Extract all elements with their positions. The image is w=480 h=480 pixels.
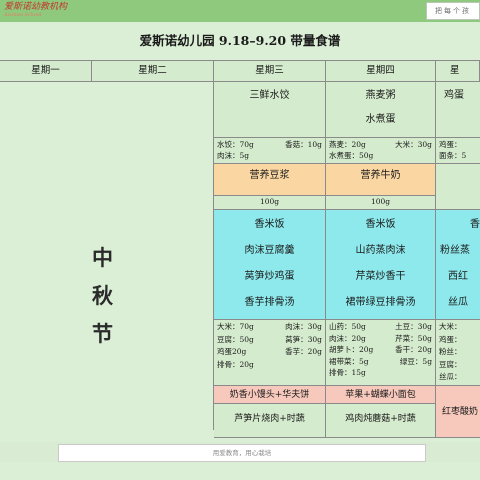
watermark-box: 把每个孩: [426, 2, 480, 20]
ingredient: 山药：50g: [329, 322, 366, 331]
school-logo: 爱斯诺幼教机构 Aisinuo School: [0, 2, 94, 20]
page-bottom-band: [0, 462, 480, 480]
thu-breakfast-ingredients: 燕麦：20g 大米：30g 水煮蛋：50g: [326, 138, 436, 164]
ingredient: 香芋：20g: [285, 347, 322, 356]
ingredient: 芹菜：50g: [395, 333, 432, 343]
top-banner: 爱斯诺幼教机构 Aisinuo School 把每个孩: [0, 0, 480, 22]
day-header-tue: 星期二: [92, 61, 214, 82]
day-header-wed: 星期三: [214, 61, 326, 82]
ingredient: 鸡蛋20g: [217, 347, 247, 356]
wed-afternoon-snack: 奶香小馒头+华夫饼: [214, 386, 326, 404]
thu-breakfast-dish: 水煮蛋: [365, 114, 396, 125]
day-header-mon: 星期一: [0, 61, 92, 82]
wed-snack: 营养豆浆: [214, 164, 326, 196]
menu-sheet: 爱斯诺幼儿园 9.18–9.20 带量食谱 星期一 星期二 星期三 星期四 星 …: [0, 22, 480, 442]
ingredient: 大米：: [439, 322, 462, 331]
day-header-fri: 星: [436, 61, 480, 82]
ingredient: 粉丝：: [439, 347, 462, 356]
fri-snack: [436, 164, 480, 210]
ingredient: 肉沫：20g: [329, 333, 366, 343]
thu-afternoon-snack: 苹果+蝴蝶小面包: [326, 386, 436, 404]
ingredient: 鸡蛋：: [439, 334, 462, 344]
thu-snack-qty: 100g: [326, 196, 436, 210]
wed-lunch: 香米饭 肉沫豆腐羹 莴笋炒鸡蛋 香芋排骨汤: [214, 210, 326, 320]
thu-snack: 营养牛奶: [326, 164, 436, 196]
thu-lunch-ingredients: 山药：50g 土豆：30g 肉沫：20g 芹菜：50g 胡萝卜：20g 香干：20g …: [326, 320, 436, 386]
ingredient: 裙带菜：5g: [329, 356, 369, 366]
ingredient: 鸡蛋：: [439, 140, 462, 149]
ingredient: 豆腐：50g: [217, 334, 254, 344]
thu-dinner: 鸡肉炖蘑菇+时蔬: [326, 404, 436, 438]
ingredient: 香菇：10g: [285, 140, 322, 149]
ingredient: 面条：5: [439, 150, 467, 160]
lunch-dish: 香米饭: [254, 219, 285, 230]
festival-char-2: 秋: [92, 283, 113, 308]
fri-lunch-ingredients: 大米： 鸡蛋： 粉丝： 豆腐： 丝瓜：: [436, 320, 480, 386]
ingredient: 燕麦：20g: [329, 140, 366, 149]
logo-text: 爱斯诺幼教机构: [4, 2, 68, 12]
lunch-dish: 丝瓜: [448, 297, 468, 308]
ingredient: 水煮蛋：50g: [329, 150, 374, 160]
thu-breakfast-dish: 燕麦粥: [365, 90, 396, 101]
wed-breakfast-dish: 三鲜水饺: [249, 90, 290, 101]
lunch-dish: 山药蒸肉沫: [355, 245, 406, 256]
thu-lunch: 香米饭 山药蒸肉沫 芹菜炒香干 裙带绿豆排骨汤: [326, 210, 436, 320]
lunch-dish: 肉沫豆腐羹: [244, 245, 295, 256]
ingredient: 大米：70g: [217, 322, 254, 331]
lunch-dish: 香芋排骨汤: [244, 297, 295, 308]
wed-breakfast-ingredients: 水饺：70g 香菇：10g 肉沫：5g: [214, 138, 326, 164]
lunch-dish: 西红: [448, 271, 468, 282]
fri-afternoon-snack: 红枣酸奶: [436, 386, 480, 438]
ingredient: 土豆：30g: [395, 322, 432, 331]
lunch-dish: 莴笋炒鸡蛋: [244, 271, 295, 282]
lunch-dish: 香米饭: [365, 219, 396, 230]
thu-breakfast: 燕麦粥 水煮蛋: [326, 82, 436, 138]
wed-snack-qty: 100g: [214, 196, 326, 210]
mid-autumn-festival-cell: 中 秋 节: [0, 82, 214, 430]
logo-subtext: Aisinuo School: [4, 12, 42, 18]
fri-breakfast: 鸡蛋: [436, 82, 480, 138]
footer-slogan: 用爱教育，用心栽培: [58, 444, 426, 462]
ingredient: 莴笋：30g: [285, 334, 322, 344]
ingredient: 豆腐：: [439, 359, 462, 369]
festival-char-3: 节: [92, 321, 113, 346]
lunch-dish: 裙带绿豆排骨汤: [345, 297, 416, 308]
fri-breakfast-dish: 鸡蛋: [444, 90, 464, 101]
wed-breakfast: 三鲜水饺: [214, 82, 326, 138]
ingredient: 胡萝卜：20g: [329, 345, 374, 354]
ingredient: 大米：30g: [395, 140, 432, 149]
menu-title: 爱斯诺幼儿园 9.18–9.20 带量食谱: [139, 33, 341, 48]
wed-dinner: 芦笋片烧肉+时蔬: [214, 404, 326, 438]
ingredient: 水饺：70g: [217, 140, 254, 149]
ingredient: 肉沫：5g: [217, 150, 250, 160]
fri-breakfast-ingredients: 鸡蛋： 面条：5: [436, 138, 480, 164]
ingredient: 香干：20g: [395, 345, 432, 354]
lunch-dish: 香: [470, 219, 480, 230]
wed-lunch-ingredients: 大米：70g 肉沫：30g 豆腐：50g 莴笋：30g 鸡蛋20g 香芋：20g 排骨…: [214, 320, 326, 386]
lunch-dish: 粉丝蒸: [440, 245, 470, 256]
lunch-dish: 芹菜炒香干: [355, 271, 406, 282]
ingredient: 排骨：20g: [217, 359, 254, 369]
ingredient: 绿豆：5g: [399, 356, 432, 366]
festival-char-1: 中: [92, 245, 113, 270]
ingredient: 丝瓜：: [439, 372, 462, 381]
ingredient: 排骨：15g: [329, 368, 366, 377]
day-header-thu: 星期四: [326, 61, 436, 82]
fri-lunch: 香 粉丝蒸 西红 丝瓜: [436, 210, 480, 320]
ingredient: 肉沫：30g: [285, 322, 322, 331]
